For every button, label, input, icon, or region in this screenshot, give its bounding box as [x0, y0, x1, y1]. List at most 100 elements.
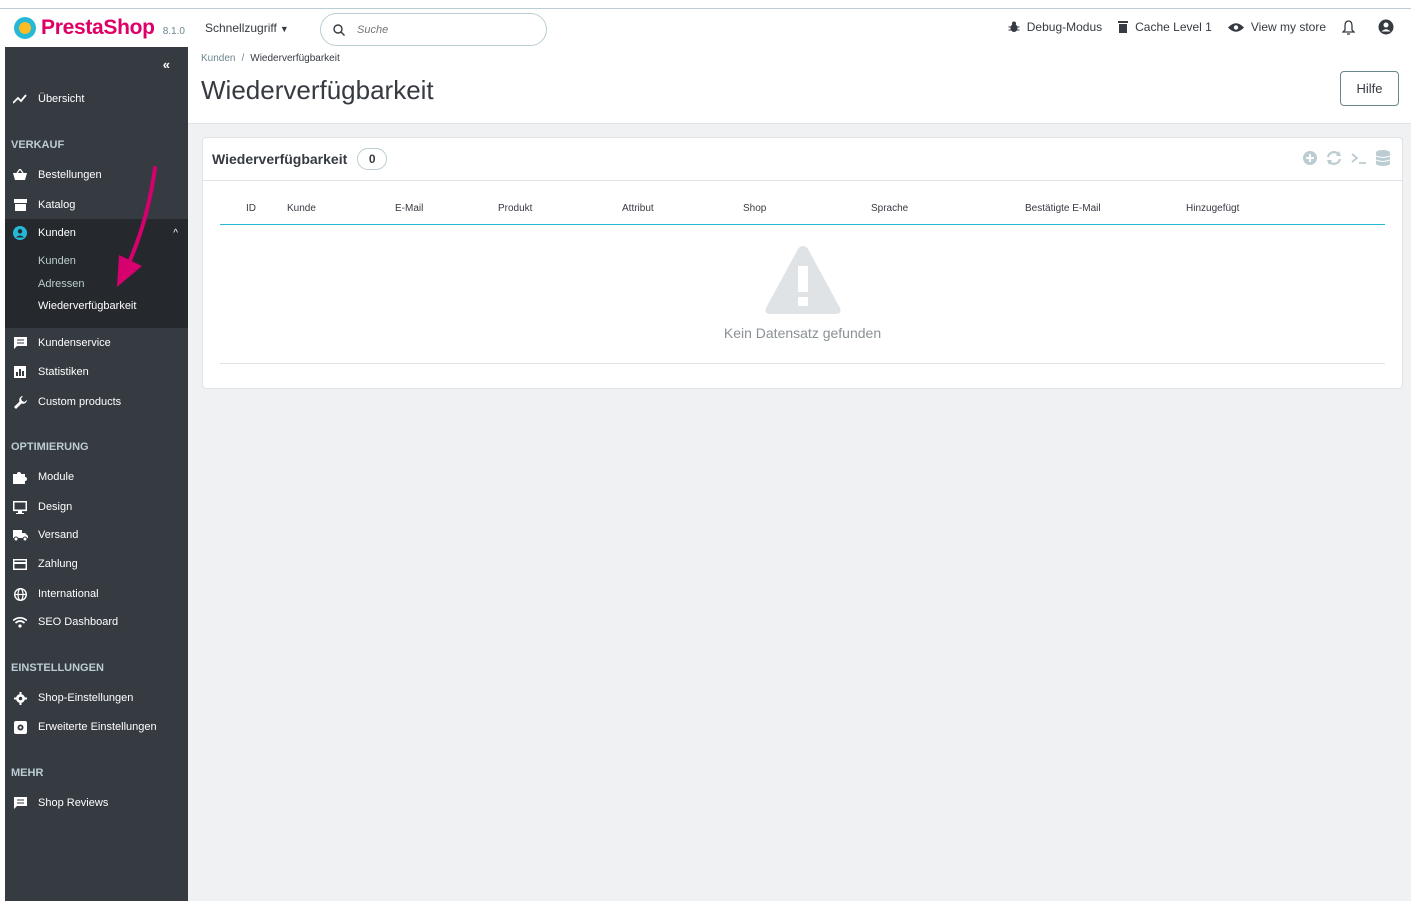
sidebar-item-custom-products[interactable]: Custom products — [5, 395, 188, 409]
sidebar: « Übersicht VERKAUF Bestellungen Katalog… — [5, 47, 188, 901]
sidebar-item-label: International — [38, 588, 99, 600]
sidebar-item-label: Statistiken — [38, 366, 89, 378]
sidebar-item-label: Zahlung — [38, 558, 78, 570]
view-store-label: View my store — [1250, 20, 1326, 34]
truck-icon — [12, 528, 28, 542]
quick-access-dropdown[interactable]: Schnellzugriff ▼ — [205, 21, 289, 35]
availability-panel: Wiederverfügbarkeit 0 ID Kunde E-Mail Pr… — [202, 137, 1403, 389]
cache-level-link[interactable]: Cache Level 1 — [1118, 20, 1212, 34]
column-header-language[interactable]: Sprache — [871, 203, 908, 214]
sidebar-item-label: Bestellungen — [38, 169, 102, 181]
sidebar-item-modules[interactable]: Module — [5, 470, 188, 484]
wifi-icon — [12, 615, 28, 629]
column-header-added[interactable]: Hinzugefügt — [1186, 203, 1239, 214]
gear-icon — [12, 691, 28, 705]
store-icon — [12, 198, 28, 212]
sidebar-item-orders[interactable]: Bestellungen — [5, 168, 188, 182]
sidebar-item-customer-service[interactable]: Kundenservice — [5, 336, 188, 350]
header-right: Debug-Modus Cache Level 1 View my store — [992, 19, 1401, 35]
sidebar-item-catalog[interactable]: Katalog — [5, 198, 188, 212]
search-icon — [333, 23, 345, 36]
sidebar-item-label: Erweiterte Einstellungen — [38, 721, 157, 733]
sidebar-item-label: Custom products — [38, 396, 122, 408]
cache-level-label: Cache Level 1 — [1135, 20, 1212, 34]
section-label-settings: EINSTELLUNGEN — [11, 662, 104, 674]
basket-icon — [12, 168, 28, 182]
panel-tools — [1294, 150, 1390, 166]
user-circle-icon — [1378, 19, 1394, 35]
sidebar-item-seo-dashboard[interactable]: SEO Dashboard — [5, 615, 188, 629]
breadcrumb-current: Wiederverfügbarkeit — [250, 53, 340, 64]
sidebar-subitem-addresses[interactable]: Adressen — [38, 278, 84, 290]
page-toolbar: Kunden / Wiederverfügbarkeit Wiederverfügb… — [188, 47, 1411, 124]
column-header-customer[interactable]: Kunde — [287, 203, 316, 214]
trash-icon — [1118, 21, 1129, 33]
credit-card-icon — [12, 557, 28, 571]
database-icon[interactable] — [1376, 150, 1390, 166]
puzzle-icon — [12, 470, 28, 484]
column-header-attribute[interactable]: Attribut — [622, 203, 654, 214]
chat-icon — [12, 336, 28, 350]
account-button[interactable] — [1378, 19, 1401, 35]
section-label-sales: VERKAUF — [11, 139, 65, 151]
sidebar-item-label: Kunden — [38, 227, 76, 239]
sidebar-item-label: Übersicht — [38, 93, 85, 105]
prestashop-logo[interactable]: PrestaShop 8.1.0 — [14, 16, 185, 40]
debug-mode-link[interactable]: Debug-Modus — [1008, 20, 1102, 34]
sidebar-item-label: SEO Dashboard — [38, 616, 119, 628]
breadcrumb-parent-link[interactable]: Kunden — [201, 53, 235, 64]
empty-state: Kein Datensatz gefunden — [220, 226, 1385, 364]
main-content: Wiederverfügbarkeit 0 ID Kunde E-Mail Pr… — [188, 124, 1411, 901]
search-box[interactable] — [320, 13, 547, 46]
prestashop-logo-icon — [14, 17, 36, 39]
quick-access-label: Schnellzugriff — [205, 21, 277, 35]
help-button[interactable]: Hilfe — [1340, 71, 1399, 106]
brand-name: PrestaShop — [41, 16, 155, 39]
view-store-link[interactable]: View my store — [1227, 20, 1326, 34]
sidebar-item-shop-settings[interactable]: Shop-Einstellungen — [5, 691, 188, 705]
breadcrumb-separator: / — [241, 53, 245, 64]
refresh-icon[interactable] — [1326, 151, 1342, 165]
sidebar-subitem-customers[interactable]: Kunden — [38, 255, 76, 267]
wrench-icon — [12, 395, 28, 409]
settings-box-icon — [12, 720, 28, 734]
collapse-sidebar-icon[interactable]: « — [163, 57, 170, 72]
sidebar-item-label: Shop Reviews — [38, 797, 109, 809]
sidebar-item-statistics[interactable]: Statistiken — [5, 365, 188, 379]
column-header-shop[interactable]: Shop — [743, 203, 766, 214]
sql-query-icon[interactable] — [1351, 152, 1367, 164]
version-label: 8.1.0 — [162, 25, 185, 37]
sidebar-item-shop-reviews[interactable]: Shop Reviews — [5, 796, 188, 810]
breadcrumb: Kunden / Wiederverfügbarkeit — [201, 53, 340, 64]
section-label-more: MEHR — [11, 767, 44, 779]
sidebar-subitem-availability[interactable]: Wiederverfügbarkeit — [38, 300, 136, 312]
table-header-row: ID Kunde E-Mail Produkt Attribut Shop Sp… — [220, 195, 1385, 225]
sidebar-item-advanced-settings[interactable]: Erweiterte Einstellungen — [5, 720, 188, 734]
sidebar-item-payment[interactable]: Zahlung — [5, 557, 188, 571]
debug-mode-label: Debug-Modus — [1026, 20, 1103, 34]
sidebar-item-customers[interactable]: Kunden ^ — [5, 226, 188, 240]
add-new-icon[interactable] — [1303, 151, 1317, 165]
sidebar-item-international[interactable]: International — [5, 587, 188, 601]
column-header-id[interactable]: ID — [246, 203, 256, 214]
column-header-product[interactable]: Produkt — [498, 203, 532, 214]
search-input[interactable] — [355, 22, 525, 37]
trend-icon — [12, 92, 28, 106]
eye-icon — [1227, 22, 1244, 32]
sidebar-item-overview[interactable]: Übersicht — [5, 92, 188, 106]
sidebar-item-label: Kundenservice — [38, 337, 111, 349]
column-header-confirmed-email[interactable]: Bestätigte E-Mail — [1025, 203, 1101, 214]
column-header-email[interactable]: E-Mail — [395, 203, 423, 214]
top-header: PrestaShop 8.1.0 Schnellzugriff▼ Debug-M… — [0, 8, 1411, 46]
sidebar-item-label: Versand — [38, 529, 79, 541]
monitor-icon — [12, 500, 28, 514]
sidebar-item-design[interactable]: Design — [5, 500, 188, 514]
bell-icon — [1342, 19, 1355, 35]
notifications-button[interactable] — [1342, 19, 1362, 35]
globe-icon — [12, 587, 28, 601]
chat-icon — [12, 796, 28, 810]
sidebar-item-label: Katalog — [38, 199, 76, 211]
panel-title: Wiederverfügbarkeit — [212, 151, 348, 167]
user-circle-icon — [12, 226, 28, 240]
sidebar-item-shipping[interactable]: Versand — [5, 528, 188, 542]
